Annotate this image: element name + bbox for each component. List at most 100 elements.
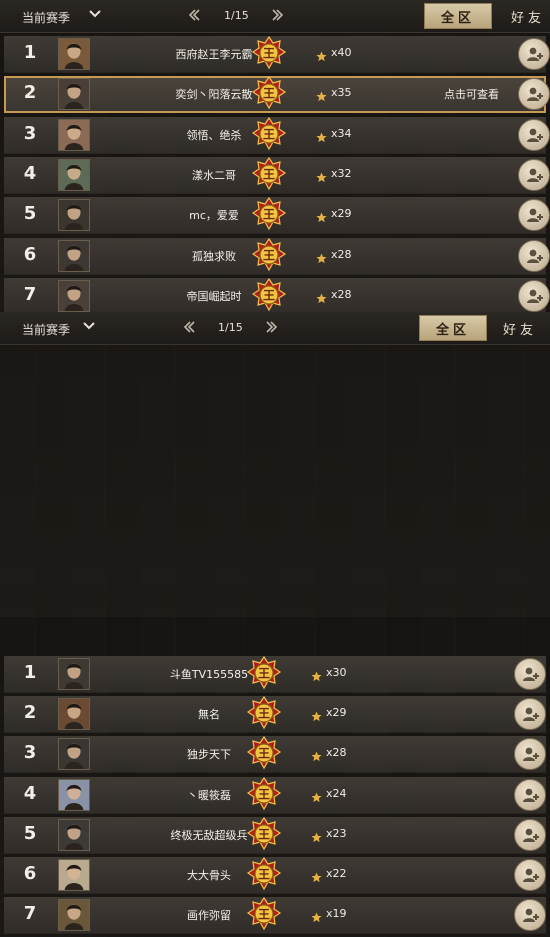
star-count: x28 (326, 746, 347, 760)
add-friend-icon (523, 908, 539, 923)
next-page-icon[interactable] (272, 9, 284, 21)
ranking-row[interactable]: 1 西府赵王李元霸王 x40 (4, 35, 550, 73)
rank-number: 6 (23, 243, 37, 265)
rank-number: 6 (23, 863, 37, 884)
add-friend-button[interactable] (514, 818, 546, 851)
player-avatar[interactable] (58, 38, 90, 70)
add-friend-icon (523, 788, 539, 802)
star-count: x40 (331, 46, 352, 59)
add-friend-button[interactable] (514, 899, 546, 932)
leaderboard-header: 当前赛季 1/15 全区 好友 (0, 312, 550, 345)
leaderboard-panel-1: 当前赛季 1/15 全区 好友 1 西府赵王李元霸王 x40 2 奕剑丶阳落云散王 x35… (0, 0, 550, 315)
rank-number: 1 (23, 662, 37, 683)
tab-friends[interactable]: 好友 (496, 3, 550, 29)
player-avatar[interactable] (58, 899, 90, 932)
ranking-row[interactable]: 6 大大骨头 王 x22 (4, 856, 546, 894)
star-count: x28 (331, 247, 352, 261)
rank-number: 4 (23, 782, 37, 804)
add-friend-icon (523, 707, 539, 722)
add-friend-button[interactable] (518, 78, 550, 111)
add-friend-button[interactable] (514, 738, 546, 771)
add-friend-button[interactable] (518, 158, 550, 191)
next-page-icon[interactable] (266, 321, 278, 333)
player-name: mc，爱爱 (189, 209, 239, 223)
player-avatar[interactable] (58, 279, 90, 312)
star-count: x19 (326, 907, 347, 921)
add-friend-button[interactable] (518, 118, 550, 151)
svg-text:王: 王 (263, 208, 275, 222)
king-rank-badge-icon: 王 (251, 116, 287, 153)
player-avatar[interactable] (58, 78, 90, 111)
player-avatar[interactable] (58, 818, 90, 851)
add-friend-button[interactable] (514, 778, 546, 811)
star-icon (311, 908, 322, 923)
star-icon (311, 868, 322, 883)
season-label: 当前赛季 (22, 323, 71, 337)
svg-text:王: 王 (263, 127, 275, 141)
add-friend-button[interactable] (514, 658, 546, 690)
ranking-row[interactable]: 5 终极无敌超级兵王 x23 (4, 816, 546, 854)
ranking-row[interactable]: 1 斗鱼TV155585 王 x30 (4, 655, 546, 693)
king-rank-badge-icon: 王 (251, 35, 287, 72)
add-friend-icon (527, 87, 543, 102)
add-friend-icon (527, 128, 543, 142)
svg-text:王: 王 (263, 47, 275, 61)
player-name: 大大骨头 (187, 869, 231, 882)
ranking-row[interactable]: 7 画作弥留 王 x19 (4, 897, 546, 935)
svg-text:王: 王 (263, 248, 275, 262)
player-name: 画作弥留 (187, 909, 231, 923)
tab-all-servers[interactable]: 全区 (424, 3, 492, 29)
ranking-row[interactable]: 4 漾水二哥 王 x32 (4, 156, 550, 194)
ranking-row[interactable]: 5 mc，爱爱 王 x29 (4, 197, 550, 235)
rank-number: 1 (23, 42, 37, 63)
ranking-row[interactable]: 2 奕剑丶阳落云散王 x35 点击可查看 (4, 76, 550, 114)
star-count: x29 (331, 207, 352, 221)
page-indicator: 1/15 (218, 321, 243, 334)
prev-page-icon[interactable] (188, 9, 200, 21)
player-avatar[interactable] (58, 118, 90, 151)
add-friend-button[interactable] (514, 859, 546, 891)
player-avatar[interactable] (58, 859, 90, 891)
player-avatar[interactable] (58, 778, 90, 811)
ranking-row[interactable]: 6 孤独求败 王 x28 (4, 237, 550, 275)
ranking-row[interactable]: 4 丶暖筱磊 王 x24 (4, 776, 546, 814)
ranking-row[interactable]: 3 领悟、绝杀 王 x34 (4, 116, 550, 154)
rank-number: 7 (23, 283, 37, 305)
tab-friends[interactable]: 好友 (488, 315, 550, 341)
prev-page-icon[interactable] (183, 321, 195, 333)
svg-text:王: 王 (258, 707, 270, 721)
add-friend-icon (523, 868, 539, 882)
ranking-row[interactable]: 7 帝国崛起时 王 x28 (4, 277, 550, 315)
star-icon (316, 128, 327, 142)
rank-number: 2 (23, 82, 37, 104)
add-friend-button[interactable] (518, 199, 550, 232)
svg-text:王: 王 (258, 827, 270, 841)
star-icon (311, 707, 322, 722)
king-rank-badge-icon: 王 (251, 277, 287, 314)
star-icon (316, 87, 327, 102)
king-rank-badge-icon: 王 (251, 76, 287, 112)
ranking-row[interactable]: 3 独步天下 王 x28 (4, 736, 546, 774)
add-friend-button[interactable] (518, 239, 550, 272)
chevron-down-icon[interactable] (82, 319, 96, 333)
add-friend-button[interactable] (514, 698, 546, 731)
player-avatar[interactable] (58, 658, 90, 690)
add-friend-button[interactable] (518, 38, 550, 70)
player-avatar[interactable] (58, 199, 90, 232)
player-avatar[interactable] (58, 239, 90, 272)
chevron-down-icon[interactable] (88, 7, 102, 21)
player-avatar[interactable] (58, 738, 90, 771)
player-name: 孤独求败 (192, 249, 236, 263)
player-name: 领悟、绝杀 (186, 128, 242, 142)
player-name: 丶暖筱磊 (187, 788, 231, 802)
star-count: x34 (331, 126, 352, 140)
player-avatar[interactable] (58, 158, 90, 191)
tab-all-servers[interactable]: 全区 (419, 315, 487, 341)
svg-text:王: 王 (258, 908, 270, 922)
add-friend-button[interactable] (518, 279, 550, 312)
add-friend-icon (527, 289, 543, 303)
player-avatar[interactable] (58, 698, 90, 731)
ranking-row[interactable]: 2 無名 王 x29 (4, 696, 546, 734)
star-icon (311, 667, 322, 682)
svg-text:王: 王 (258, 747, 270, 761)
